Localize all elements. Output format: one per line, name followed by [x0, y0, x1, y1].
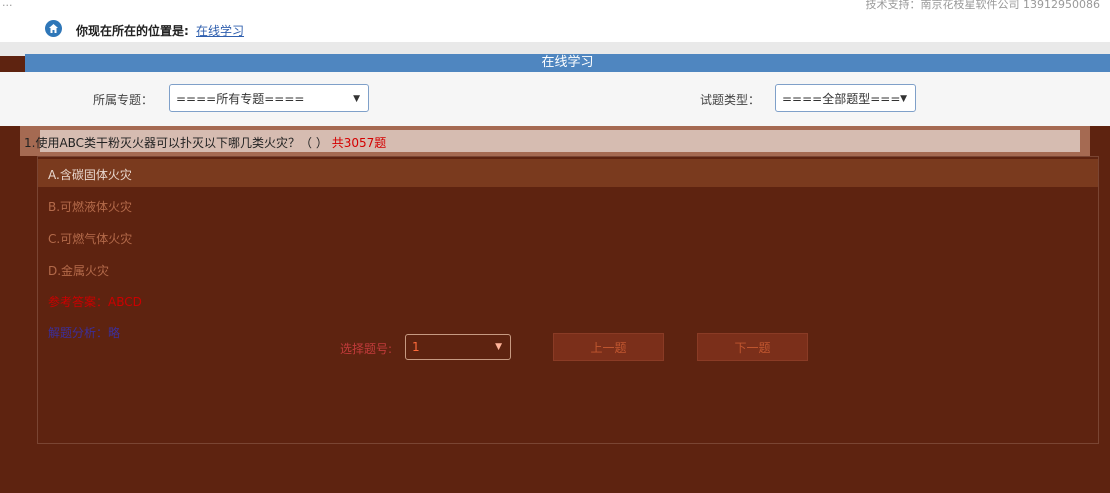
- top-left-text: ...: [2, 0, 13, 9]
- location-bar: 你现在所在的位置是: 在线学习: [0, 14, 1110, 42]
- option-d[interactable]: D.金属火灾: [48, 262, 109, 279]
- analysis-text: 解题分析：略: [48, 326, 121, 340]
- type-select[interactable]: ====全部题型=== ▼: [775, 84, 916, 112]
- question-number-label: 选择题号:: [340, 342, 393, 356]
- question-body: 1.使用ABC类干粉灭火器可以扑灭以下哪几类火灾？（ ）: [24, 136, 328, 150]
- next-question-button[interactable]: 下一题: [697, 333, 808, 361]
- location-current-link[interactable]: 在线学习: [196, 22, 244, 39]
- top-bar: ... 技术支持：南京花枝星软件公司 13912950086: [0, 0, 1110, 14]
- question-text: 1.使用ABC类干粉灭火器可以扑灭以下哪几类火灾？（ ） 共3057题: [24, 134, 386, 151]
- home-icon[interactable]: [45, 20, 62, 37]
- topic-filter-label: 所属专题：: [93, 93, 154, 107]
- type-select-value: ====全部题型===: [782, 92, 901, 106]
- option-c[interactable]: C.可燃气体火灾: [48, 230, 132, 247]
- support-text: 技术支持：南京花枝星软件公司 13912950086: [865, 0, 1100, 11]
- option-a[interactable]: A.含碳固体火灾: [48, 166, 132, 183]
- option-highlight: [38, 159, 1098, 187]
- answer-text: 参考答案：ABCD: [48, 295, 142, 309]
- filter-bar: 所属专题： ====所有专题==== ▼ 试题类型： ====全部题型=== ▼: [0, 72, 1110, 126]
- topic-select-value: ====所有专题====: [176, 92, 305, 106]
- chevron-down-icon: ▼: [353, 94, 360, 104]
- prev-question-button[interactable]: 上一题: [553, 333, 664, 361]
- question-number-value: 1: [412, 340, 420, 354]
- chevron-down-icon: ▼: [900, 94, 907, 104]
- page-title: 在线学习: [25, 54, 1110, 72]
- location-label: 你现在所在的位置是:: [76, 24, 189, 38]
- chevron-down-icon: ▼: [495, 342, 502, 352]
- question-count: 共3057题: [331, 136, 387, 150]
- question-area: 1.使用ABC类干粉灭火器可以扑灭以下哪几类火灾？（ ） 共3057题 A.含碳…: [0, 126, 1110, 493]
- question-number-select[interactable]: 1 ▼: [405, 334, 511, 360]
- topic-select[interactable]: ====所有专题==== ▼: [169, 84, 369, 112]
- option-b[interactable]: B.可燃液体火灾: [48, 198, 132, 215]
- question-panel: [37, 156, 1099, 444]
- type-filter-label: 试题类型：: [700, 93, 761, 107]
